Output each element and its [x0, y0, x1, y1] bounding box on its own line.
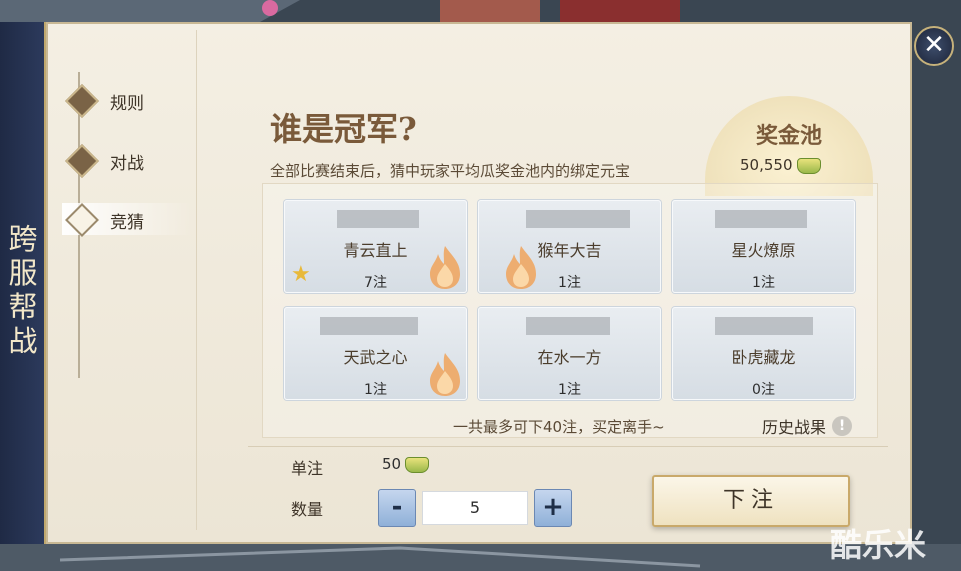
history-results-link[interactable]: 历史战果 !	[762, 414, 853, 438]
team-card[interactable]: 猴年大吉 1注	[478, 200, 661, 293]
menu-icon	[65, 203, 99, 237]
masked-server-name	[715, 210, 807, 228]
single-bet-label: 单注	[291, 459, 324, 478]
gold-ingot-icon	[796, 157, 821, 174]
nav-item-label: 对战	[110, 153, 144, 174]
page-title: 谁是冠军?	[270, 110, 417, 148]
team-name: 在水一方	[537, 348, 602, 367]
masked-server-name	[337, 210, 419, 228]
team-card[interactable]: 天武之心 1注	[284, 307, 467, 400]
masked-server-name	[526, 210, 630, 228]
diamond-icon	[65, 144, 99, 178]
bet-limit-notice: 一共最多可下40注，买定离手~	[453, 418, 665, 436]
team-card[interactable]: 卧虎藏龙 0注	[672, 307, 855, 400]
prize-pool-value-row: 50,550	[740, 156, 821, 174]
place-bet-button[interactable]: 下注	[652, 475, 850, 527]
flame-icon	[430, 246, 460, 289]
prize-pool-value: 50,550	[740, 156, 793, 174]
team-bet-count: 1注	[752, 275, 775, 291]
team-name: 卧虎藏龙	[731, 348, 796, 367]
nav-item-battle[interactable]: 对战	[65, 144, 144, 178]
page-subtitle: 全部比赛结束后，猜中玩家平均瓜奖金池内的绑定元宝	[270, 162, 631, 180]
close-button[interactable]: ✕	[914, 26, 954, 66]
team-card[interactable]: 星火燎原 1注	[672, 200, 855, 293]
watermark-logo: 酷乐米	[830, 526, 927, 564]
masked-server-name	[526, 317, 610, 335]
star-icon: ★	[291, 262, 311, 287]
quantity-label: 数量	[291, 500, 324, 519]
single-bet-value-row: 50	[382, 455, 430, 473]
side-banner-title: 跨服帮战	[8, 222, 38, 358]
decrease-quantity-button[interactable]: -	[378, 489, 416, 527]
team-card[interactable]: 青云直上 7注 ★	[284, 200, 467, 293]
increase-quantity-button[interactable]: +	[534, 489, 572, 527]
team-bet-count: 0注	[752, 382, 775, 398]
prize-pool-title: 奖金池	[755, 123, 822, 149]
flame-icon	[506, 246, 536, 289]
nav-item-label: 竞猜	[110, 212, 144, 233]
nav-item-label: 规则	[110, 93, 144, 114]
team-name: 星火燎原	[731, 241, 796, 260]
close-icon: ✕	[923, 30, 945, 60]
team-card[interactable]: 在水一方 1注	[478, 307, 661, 400]
gold-ingot-icon	[405, 456, 430, 473]
single-bet-value: 50	[382, 455, 402, 473]
quantity-input[interactable]: 5	[422, 491, 528, 525]
nav-item-guess[interactable]: 竞猜	[65, 203, 144, 237]
nav-item-rules[interactable]: 规则	[65, 84, 144, 118]
side-banner: 跨服帮战	[0, 22, 46, 544]
diamond-icon	[65, 84, 99, 118]
masked-server-name	[715, 317, 813, 335]
history-label: 历史战果	[762, 418, 827, 437]
team-bet-count: 1注	[558, 382, 581, 398]
info-icon: !	[832, 416, 853, 436]
flame-icon	[430, 353, 460, 396]
section-divider	[248, 446, 888, 447]
masked-server-name	[320, 317, 418, 335]
nav-divider	[196, 30, 197, 530]
